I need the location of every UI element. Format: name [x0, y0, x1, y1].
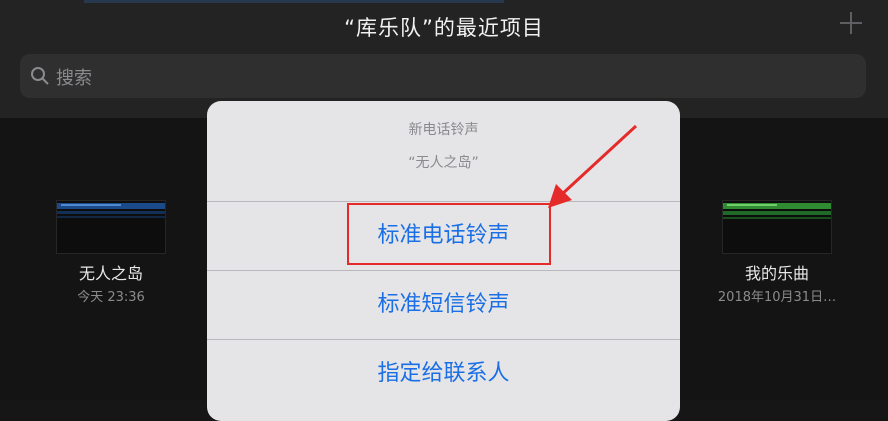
search-input[interactable]: 搜索 [20, 54, 866, 98]
track-waveform [57, 203, 165, 218]
assign-to-contact-button[interactable]: 指定给联系人 [207, 340, 680, 408]
annotation-arrow-icon [548, 124, 638, 208]
project-date: 2018年10月31日… [717, 290, 837, 305]
annotation-highlight-box [347, 203, 551, 265]
search-icon [31, 67, 49, 85]
plus-icon[interactable] [838, 10, 864, 36]
page-title: “库乐队”的最近项目 [344, 16, 544, 40]
project-date: 今天 23:36 [77, 290, 145, 305]
project-card[interactable]: 无人之岛 今天 23:36 [36, 200, 186, 305]
project-name: 无人之岛 [78, 264, 143, 283]
project-card[interactable]: 我的乐曲 2018年10月31日… [702, 200, 852, 305]
search-placeholder: 搜索 [56, 68, 92, 89]
track-waveform [723, 203, 831, 219]
top-glint [84, 0, 504, 3]
project-thumbnail [56, 200, 166, 254]
project-thumbnail [722, 200, 832, 254]
standard-text-tone-button[interactable]: 标准短信铃声 [207, 271, 680, 339]
project-name: 我的乐曲 [744, 264, 809, 283]
